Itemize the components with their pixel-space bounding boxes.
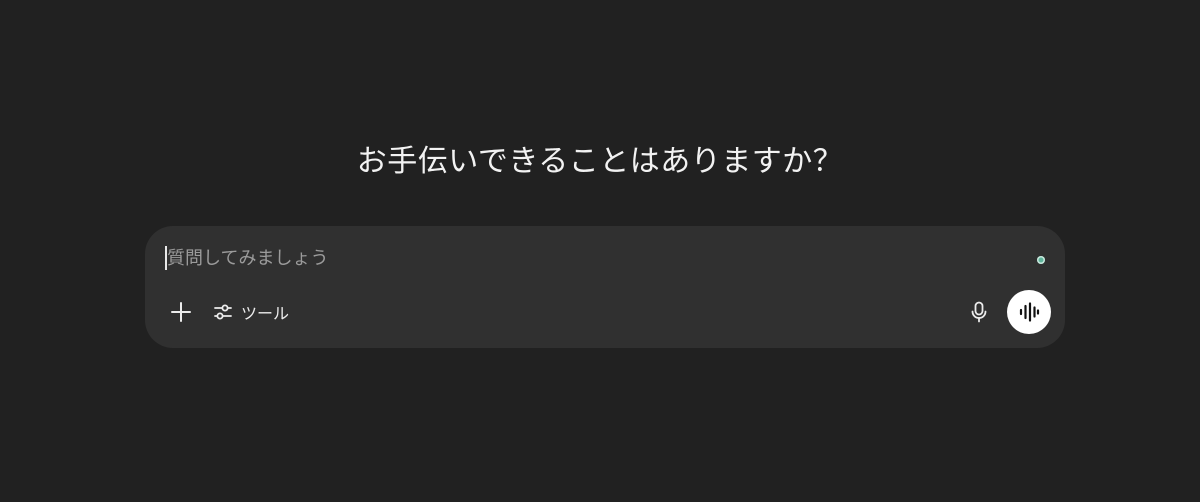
voice-mode-button[interactable]	[1007, 290, 1051, 334]
add-attachment-button[interactable]	[165, 296, 197, 328]
tools-label: ツール	[241, 304, 290, 323]
voice-waveform-icon	[1019, 302, 1040, 322]
prompt-input[interactable]	[167, 244, 997, 272]
plus-icon	[171, 302, 191, 322]
dictate-button[interactable]	[963, 296, 995, 328]
tools-button[interactable]: ツール	[209, 296, 295, 328]
prompt-composer: ツール	[145, 226, 1065, 348]
page-title: お手伝いできることはありますか？	[356, 144, 844, 179]
microphone-icon	[971, 301, 987, 323]
status-indicator	[1037, 256, 1045, 264]
sliders-icon	[214, 304, 232, 320]
prompt-input-area[interactable]	[165, 244, 1005, 272]
composer-toolbar: ツール	[161, 290, 1051, 334]
chat-home: お手伝いできることはありますか？ ツール	[0, 0, 1200, 502]
